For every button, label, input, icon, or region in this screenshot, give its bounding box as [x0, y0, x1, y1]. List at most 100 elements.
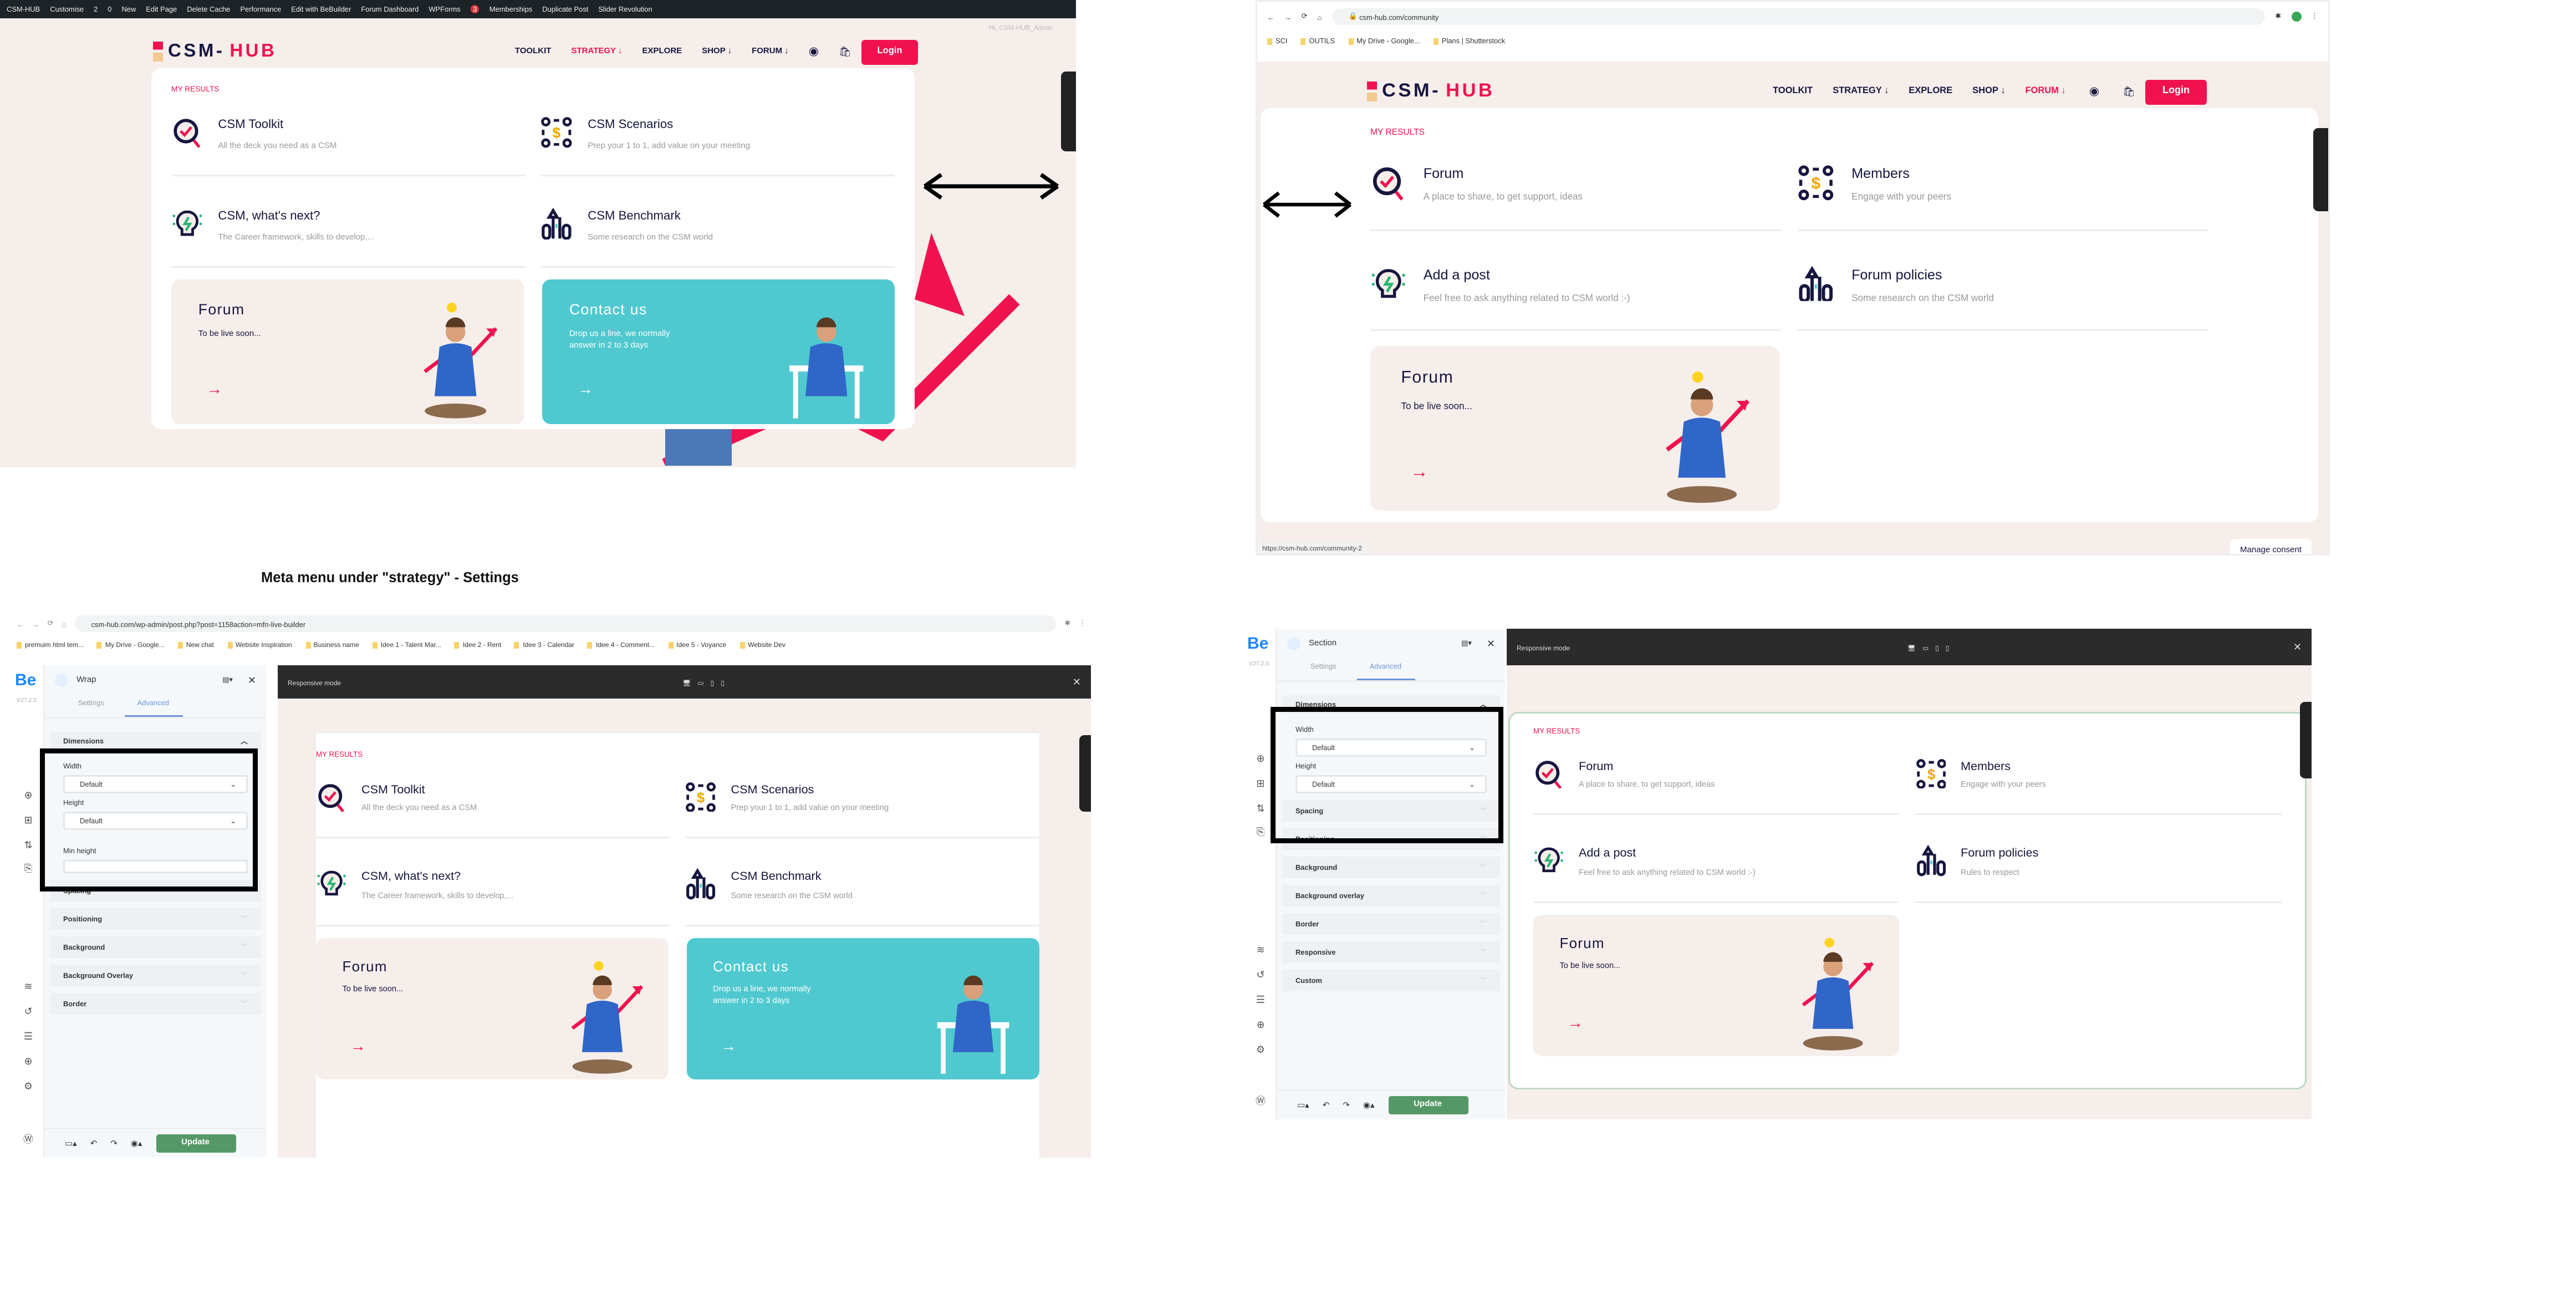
bookmark[interactable]: Idee 3 - Calendar: [514, 640, 574, 649]
close-icon[interactable]: ✕: [2293, 641, 2302, 653]
admin-bar-item[interactable]: New: [121, 5, 136, 13]
bookmark[interactable]: Website Dev: [739, 640, 785, 649]
admin-bar-item[interactable]: Delete Cache: [187, 5, 230, 13]
nav-item-forum[interactable]: FORUM ↓: [752, 47, 789, 57]
menu-item[interactable]: Forum policies Rules to respect: [1915, 834, 2282, 903]
add-element-icon[interactable]: ⊕: [20, 790, 37, 802]
undo-icon[interactable]: ↶: [90, 1139, 98, 1149]
extensions-icon[interactable]: ✱: [2275, 12, 2281, 22]
bookmark[interactable]: OUTILS: [1301, 37, 1335, 45]
import-icon[interactable]: ⎘: [20, 865, 37, 877]
admin-bar-item[interactable]: WPForms: [429, 5, 460, 13]
nav-item-shop[interactable]: SHOP ↓: [1972, 86, 2005, 96]
device-preview-icon[interactable]: ▭▴: [1297, 1101, 1309, 1110]
bookmark[interactable]: Idee 1 - Talent Mar...: [373, 640, 441, 649]
arrow-right-icon[interactable]: →: [206, 381, 222, 399]
nav-item-shop[interactable]: SHOP ↓: [702, 47, 732, 57]
nav-item-strategy[interactable]: STRATEGY ↓: [572, 47, 623, 57]
admin-bar-item[interactable]: Edit Page: [146, 5, 177, 13]
menu-item[interactable]: Forum A place to share, to get support, i…: [1370, 152, 1781, 231]
accordion-border[interactable]: Border ﹀: [50, 993, 261, 1015]
admin-bar-item[interactable]: Edit with BeBuilder: [291, 5, 351, 13]
login-button[interactable]: Login: [861, 39, 918, 64]
accordion-border[interactable]: Border ﹀: [1282, 913, 1500, 935]
bookmark[interactable]: premuim html tem...: [17, 640, 84, 649]
layers-icon[interactable]: ≋: [1252, 945, 1269, 956]
accordion-background-overlay[interactable]: Background overlay ﹀: [1282, 885, 1500, 906]
bookmark[interactable]: Plans | Shutterstock: [1434, 37, 1505, 45]
bookmark[interactable]: My Drive - Google...: [1348, 37, 1420, 45]
contact-card[interactable]: Contact us Drop us a line, we normally an…: [542, 279, 895, 425]
menu-item[interactable]: CSM Toolkit All the deck you need as a CS…: [171, 105, 526, 177]
floating-toolbar[interactable]: [1061, 72, 1076, 151]
admin-bar-item[interactable]: Slider Revolution: [598, 5, 652, 13]
accordion-custom[interactable]: Custom ﹀: [1282, 970, 1500, 991]
wordpress-icon[interactable]: Ⓦ: [1252, 1093, 1269, 1108]
menu-item[interactable]: Forum A place to share, to get support, i…: [1533, 747, 1900, 816]
admin-bar-item[interactable]: Duplicate Post: [542, 5, 588, 13]
forum-card[interactable]: Forum To be live soon... →: [171, 279, 524, 425]
close-icon[interactable]: ✕: [1073, 676, 1081, 688]
tab-advanced[interactable]: Advanced: [1356, 659, 1415, 680]
preview-icon[interactable]: ◉▴: [1363, 1101, 1375, 1110]
bookmark[interactable]: Business name: [305, 640, 359, 649]
nav-item-toolkit[interactable]: TOOLKIT: [1773, 86, 1813, 96]
accordion-dimensions[interactable]: Dimensions ︿: [50, 732, 261, 750]
history-icon[interactable]: ↺: [20, 1006, 37, 1018]
bookmark[interactable]: My Drive - Google...: [97, 640, 165, 649]
nav-item-toolkit[interactable]: TOOLKIT: [515, 47, 552, 57]
preview-icon[interactable]: ◉▴: [131, 1139, 142, 1149]
forum-card[interactable]: Forum To be live soon... →: [1370, 345, 1779, 511]
accordion-background[interactable]: Background ﹀: [50, 936, 261, 958]
admin-bar-item[interactable]: 0: [108, 5, 111, 13]
forward-icon[interactable]: →: [1284, 13, 1292, 21]
redo-icon[interactable]: ↷: [110, 1139, 118, 1149]
site-logo[interactable]: CSM- HUB: [1367, 81, 1494, 101]
nav-item-strategy[interactable]: STRATEGY ↓: [1833, 86, 1889, 96]
admin-bar-item[interactable]: Performance: [240, 5, 281, 13]
admin-bar-item[interactable]: Forum Dashboard: [361, 5, 419, 13]
manage-consent-button[interactable]: Manage consent: [2230, 539, 2312, 554]
home-icon[interactable]: ⌂: [1318, 13, 1322, 21]
device-preview-icon[interactable]: ▭▴: [65, 1139, 77, 1149]
menu-item[interactable]: $ CSM Scenarios Prep your 1 to 1, add valu…: [685, 770, 1039, 839]
cart-icon[interactable]: 🛍: [839, 46, 851, 58]
bookmark[interactable]: SCI: [1267, 37, 1288, 45]
bookmark[interactable]: Idee 4 - Comment...: [588, 640, 655, 649]
back-icon[interactable]: ←: [1267, 13, 1274, 21]
menu-icon[interactable]: ⋮: [1079, 619, 1086, 629]
back-icon[interactable]: ←: [17, 620, 24, 628]
login-button[interactable]: Login: [2145, 79, 2207, 104]
undo-icon[interactable]: ↶: [1323, 1101, 1330, 1110]
sort-icon[interactable]: ⇅: [20, 840, 37, 852]
menu-item[interactable]: Add a post Feel free to ask anything rela…: [1533, 834, 1900, 903]
settings-sliders-icon[interactable]: ☰: [20, 1031, 37, 1043]
menu-item[interactable]: $ Members Engage with your peers: [1915, 747, 2282, 816]
arrow-right-icon[interactable]: →: [1410, 462, 1429, 482]
menu-item[interactable]: CSM Benchmark Some research on the CSM wo…: [540, 196, 895, 267]
menu-item[interactable]: CSM Toolkit All the deck you need as a CS…: [316, 770, 670, 839]
bookmark[interactable]: Idee 5 - Voyance: [668, 640, 726, 649]
gear-icon[interactable]: ⚙: [20, 1081, 37, 1093]
bookmark[interactable]: Website Inspiration: [227, 640, 292, 649]
close-panel-icon[interactable]: ✕: [1487, 638, 1495, 650]
canvas-toolbar[interactable]: [2300, 702, 2312, 778]
tab-advanced[interactable]: Advanced: [124, 695, 182, 717]
home-icon[interactable]: ⌂: [62, 620, 67, 628]
accordion-background[interactable]: Background ﹀: [1282, 857, 1500, 878]
redo-icon[interactable]: ↷: [1343, 1101, 1350, 1110]
arrow-right-icon[interactable]: →: [350, 1038, 366, 1055]
menu-item[interactable]: $ CSM Scenarios Prep your 1 to 1, add valu…: [540, 105, 895, 177]
reload-icon[interactable]: ⟳: [48, 619, 54, 629]
sort-icon[interactable]: ⇅: [1252, 803, 1269, 815]
nav-item-explore[interactable]: EXPLORE: [1909, 86, 1952, 96]
admin-bar-item[interactable]: 2: [94, 5, 98, 13]
floating-toolbar[interactable]: [2313, 128, 2328, 211]
address-bar[interactable]: 🔒 csm-hub.com/community: [1332, 8, 2266, 25]
add-section-icon[interactable]: ⊞: [20, 815, 37, 827]
admin-bar-item[interactable]: CSM-HUB: [7, 5, 40, 13]
element-options-icon[interactable]: ▤▾: [1461, 639, 1472, 649]
menu-item[interactable]: Forum policies Some research on the CSM w…: [1798, 253, 2208, 332]
element-options-icon[interactable]: ▤▾: [222, 675, 233, 685]
contact-card[interactable]: Contact us Drop us a line, we normally an…: [686, 938, 1039, 1079]
